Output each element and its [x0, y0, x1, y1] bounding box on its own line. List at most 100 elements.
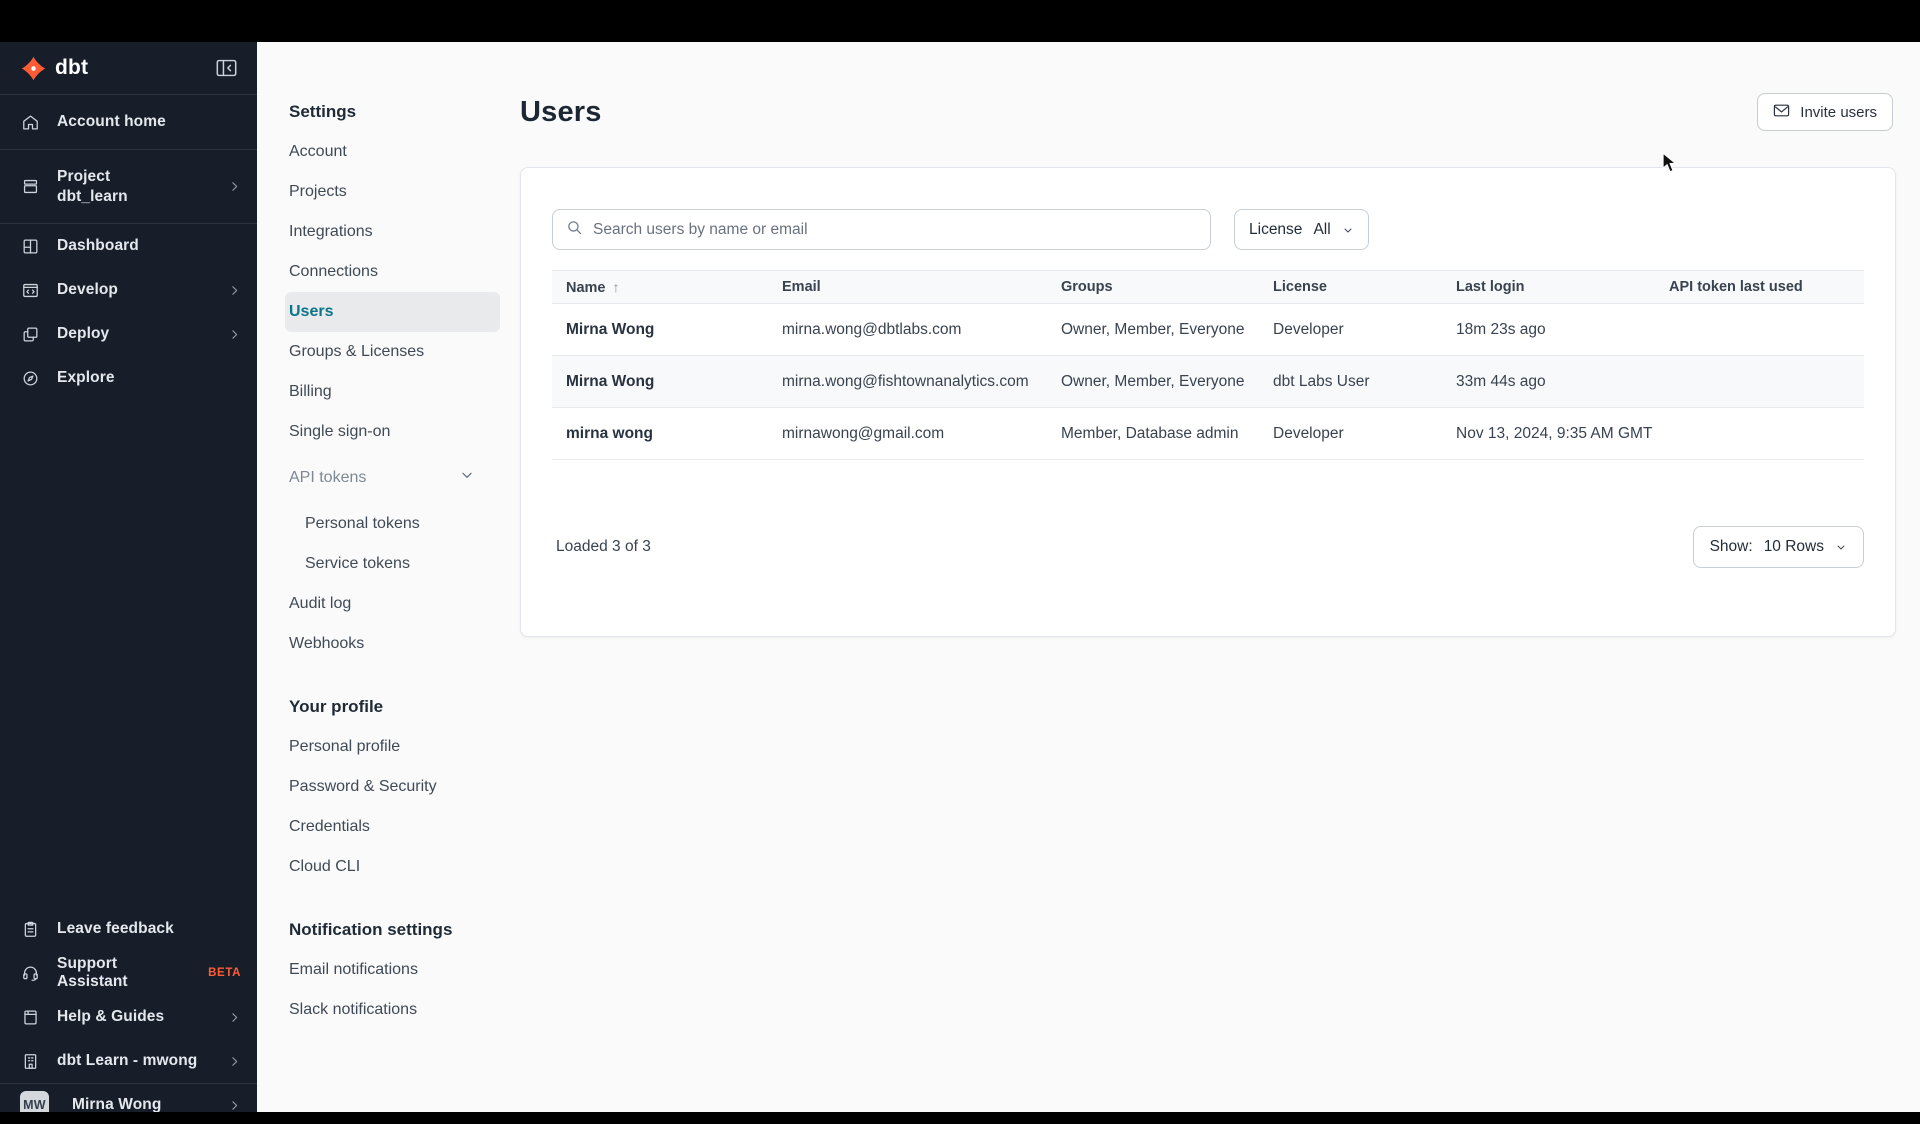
settings-item-users[interactable]: Users: [285, 292, 500, 332]
chevron-right-icon: [228, 1011, 241, 1024]
settings-item-api-tokens[interactable]: API tokens: [289, 458, 500, 498]
table-row[interactable]: Mirna Wong mirna.wong@dbtlabs.com Owner,…: [552, 303, 1864, 356]
settings-nav-title: Settings: [289, 102, 357, 121]
top-black-bar: [0, 0, 1920, 42]
settings-item-webhooks[interactable]: Webhooks: [289, 624, 500, 664]
settings-item-service-tokens[interactable]: Service tokens: [289, 544, 500, 584]
settings-item-personal-tokens[interactable]: Personal tokens: [289, 504, 500, 544]
book-icon: [20, 1007, 40, 1027]
headset-icon: [20, 963, 40, 983]
settings-item-audit-log[interactable]: Audit log: [289, 584, 500, 624]
sidebar-item-help-guides[interactable]: Help & Guides: [0, 995, 257, 1039]
users-table: Name ↑ Email Groups License Last login AP…: [552, 270, 1864, 460]
column-header-api-token[interactable]: API token last used: [1655, 270, 1864, 304]
chevron-right-icon: [228, 180, 241, 193]
column-header-email[interactable]: Email: [768, 270, 1047, 304]
sidebar-item-develop[interactable]: Develop: [0, 268, 257, 312]
cell-license: dbt Labs User: [1259, 355, 1442, 408]
cell-license: Developer: [1259, 303, 1442, 356]
column-header-groups[interactable]: Groups: [1047, 270, 1259, 304]
invite-users-button[interactable]: Invite users: [1757, 93, 1893, 131]
column-header-license[interactable]: License: [1259, 270, 1442, 304]
sidebar-item-leave-feedback[interactable]: Leave feedback: [0, 907, 257, 951]
table-row[interactable]: Mirna Wong mirna.wong@fishtownanalytics.…: [552, 355, 1864, 408]
cell-name: Mirna Wong: [552, 303, 768, 356]
cell-api-token: [1655, 303, 1864, 356]
dbt-logo-icon: [20, 55, 47, 82]
chevron-down-icon: [1342, 224, 1354, 236]
column-header-last-login[interactable]: Last login: [1442, 270, 1655, 304]
user-search: [552, 209, 1211, 250]
sidebar-item-support-assistant[interactable]: Support Assistant BETA: [0, 951, 257, 995]
sort-asc-icon: ↑: [612, 278, 620, 295]
beta-badge: BETA: [208, 967, 241, 979]
cell-name: Mirna Wong: [552, 355, 768, 408]
sidebar-item-account-home[interactable]: Account home: [0, 95, 257, 150]
sidebar-item-explore[interactable]: Explore: [0, 356, 257, 400]
chevron-right-icon: [228, 1099, 241, 1112]
cell-api-token: [1655, 407, 1864, 460]
cell-groups: Member, Database admin: [1047, 407, 1259, 460]
cell-license: Developer: [1259, 407, 1442, 460]
search-input[interactable]: [593, 220, 1197, 239]
clipboard-icon: [20, 919, 40, 939]
column-header-name[interactable]: Name ↑: [552, 270, 768, 304]
users-card: License All Name↑ Email Groups License L…: [520, 167, 1896, 637]
cell-api-token: [1655, 355, 1864, 408]
chevron-right-icon: [228, 328, 241, 341]
code-window-icon: [20, 280, 40, 300]
app-sidebar: dbt Account home Project dbt_learn Dashb…: [0, 42, 257, 1124]
settings-item-account[interactable]: Account: [289, 132, 500, 172]
notification-section-title: Notification settings: [289, 920, 453, 939]
brand-name: dbt: [55, 56, 89, 79]
cell-last-login: 33m 44s ago: [1442, 355, 1655, 408]
building-icon: [20, 1051, 40, 1071]
settings-item-groups-licenses[interactable]: Groups & Licenses: [289, 332, 500, 372]
stacked-squares-icon: [20, 324, 40, 344]
license-filter-dropdown[interactable]: License All: [1234, 209, 1369, 250]
settings-item-integrations[interactable]: Integrations: [289, 212, 500, 252]
rows-per-page-dropdown[interactable]: Show: 10 Rows: [1692, 526, 1864, 568]
collapse-sidebar-icon[interactable]: [216, 59, 237, 77]
dashboard-grid-icon: [20, 236, 40, 256]
profile-section-title: Your profile: [289, 697, 384, 716]
settings-nav: Settings Account Projects Integrations C…: [257, 42, 520, 1030]
sidebar-item-dbt-learn[interactable]: dbt Learn - mwong: [0, 1039, 257, 1083]
settings-item-personal-profile[interactable]: Personal profile: [289, 727, 500, 767]
cell-last-login: Nov 13, 2024, 9:35 AM GMT: [1442, 407, 1655, 460]
page-title: Users: [520, 95, 602, 128]
cell-groups: Owner, Member, Everyone: [1047, 303, 1259, 356]
chevron-down-icon: [1835, 541, 1847, 553]
settings-item-connections[interactable]: Connections: [289, 252, 500, 292]
settings-item-credentials[interactable]: Credentials: [289, 807, 500, 847]
settings-item-cloud-cli[interactable]: Cloud CLI: [289, 847, 500, 887]
cell-name: mirna wong: [552, 407, 768, 460]
cell-last-login: 18m 23s ago: [1442, 303, 1655, 356]
table-row[interactable]: mirna wong mirnawong@gmail.com Member, D…: [552, 407, 1864, 460]
bottom-black-bar: [0, 1112, 1920, 1124]
chevron-right-icon: [228, 1055, 241, 1068]
settings-item-password-security[interactable]: Password & Security: [289, 767, 500, 807]
settings-item-projects[interactable]: Projects: [289, 172, 500, 212]
main-content: Users Invite users License All: [520, 42, 1896, 637]
status-loaded-count: Loaded 3 of 3: [556, 538, 651, 555]
sidebar-logo-row: dbt: [0, 42, 257, 95]
settings-item-billing[interactable]: Billing: [289, 372, 500, 412]
sidebar-item-project[interactable]: Project dbt_learn: [0, 150, 257, 224]
settings-item-slack-notifications[interactable]: Slack notifications: [289, 990, 500, 1030]
project-box-icon: [20, 177, 40, 197]
settings-item-single-sign-on[interactable]: Single sign-on: [289, 412, 500, 452]
search-icon: [566, 219, 583, 241]
cell-email: mirnawong@gmail.com: [768, 407, 1047, 460]
cell-groups: Owner, Member, Everyone: [1047, 355, 1259, 408]
chevron-down-icon: [460, 458, 474, 498]
home-icon: [20, 112, 40, 132]
compass-icon: [20, 368, 40, 388]
settings-item-email-notifications[interactable]: Email notifications: [289, 950, 500, 990]
sidebar-item-dashboard[interactable]: Dashboard: [0, 224, 257, 268]
envelope-icon: [1773, 103, 1790, 122]
sidebar-item-deploy[interactable]: Deploy: [0, 312, 257, 356]
cell-email: mirna.wong@dbtlabs.com: [768, 303, 1047, 356]
chevron-right-icon: [228, 284, 241, 297]
cell-email: mirna.wong@fishtownanalytics.com: [768, 355, 1047, 408]
